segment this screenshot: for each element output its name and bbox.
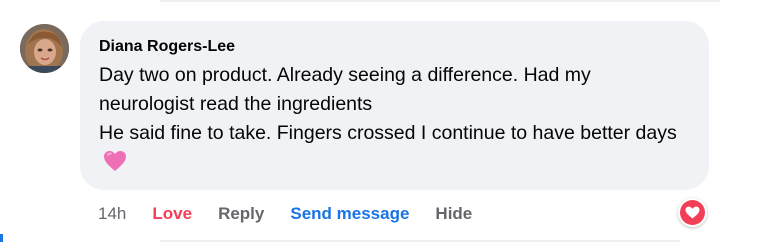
comment-author[interactable]: Diana Rogers-Lee (99, 37, 689, 57)
comment-line: He said fine to take. Fingers crossed I … (99, 122, 677, 144)
divider (160, 0, 720, 2)
comment-bubble: Diana Rogers-Lee Day two on product. Alr… (80, 21, 709, 190)
comment-actions: 14h Love Reply Send message Hide (98, 202, 498, 226)
comment-body: Day two on product. Already seeing a dif… (99, 61, 689, 177)
love-reaction-icon (680, 200, 705, 225)
love-button[interactable]: Love (152, 204, 192, 224)
hide-button[interactable]: Hide (435, 204, 472, 224)
comment-view: Diana Rogers-Lee Day two on product. Alr… (0, 0, 760, 242)
scroll-indicator (0, 234, 3, 242)
comment-line: Day two on product. Already seeing a dif… (99, 64, 591, 115)
send-message-button[interactable]: Send message (290, 204, 409, 224)
pink-heart-icon (104, 151, 126, 171)
avatar[interactable] (20, 24, 69, 73)
reaction-badge[interactable] (678, 198, 707, 227)
reply-button[interactable]: Reply (218, 204, 264, 224)
timestamp[interactable]: 14h (98, 204, 126, 224)
avatar-image (20, 24, 69, 73)
